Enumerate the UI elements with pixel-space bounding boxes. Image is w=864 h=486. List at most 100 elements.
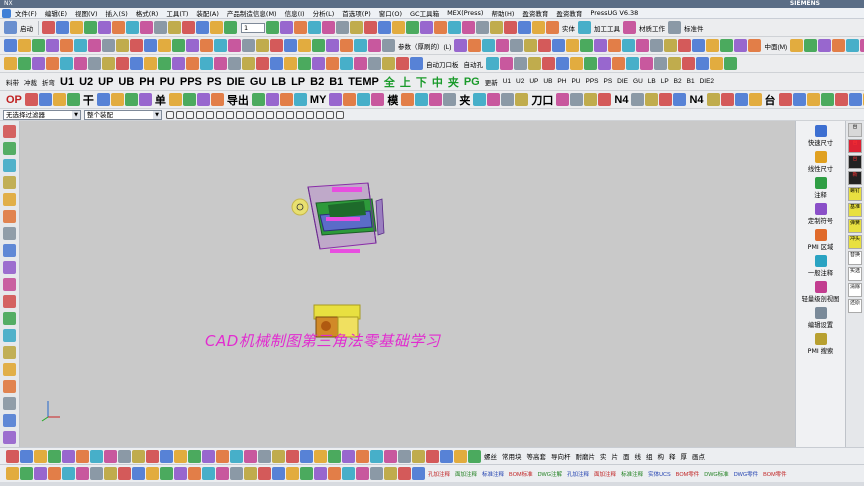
tool-icon[interactable]: [532, 21, 545, 34]
tool-icon[interactable]: [692, 39, 706, 52]
toolbar2-label[interactable]: 参数（厚刷的）(L): [396, 41, 453, 51]
tool-icon[interactable]: [242, 57, 255, 70]
bottom2-button[interactable]: 孔加注释: [565, 470, 591, 478]
menu-item[interactable]: 窗口(O): [375, 8, 406, 18]
tool-icon[interactable]: [66, 93, 80, 106]
tool-icon[interactable]: [368, 57, 381, 70]
tool-icon[interactable]: [504, 21, 517, 34]
right-strip-button[interactable]: 新: [848, 171, 862, 185]
resource-tab-icon[interactable]: [3, 244, 16, 257]
tool-icon[interactable]: [186, 39, 199, 52]
tool-icon[interactable]: [384, 467, 397, 480]
tool-icon[interactable]: [682, 57, 695, 70]
tool-icon[interactable]: [636, 39, 650, 52]
tool-icon[interactable]: [132, 467, 145, 480]
tool-icon[interactable]: [546, 21, 559, 34]
toolbar4-button[interactable]: UB: [541, 78, 554, 85]
toolbar4-button[interactable]: PH: [137, 76, 156, 88]
bottom1-button[interactable]: 释: [667, 451, 678, 461]
tool-icon[interactable]: [354, 39, 367, 52]
toolbar3-label[interactable]: 自动刀口板: [424, 59, 461, 69]
bottom1-button[interactable]: 组: [644, 451, 655, 461]
menu-item[interactable]: MEX(Press): [443, 9, 487, 17]
tool-icon[interactable]: [342, 467, 355, 480]
tool-icon[interactable]: [584, 93, 598, 106]
selection-tool-icon[interactable]: [186, 110, 194, 119]
tool-icon[interactable]: [266, 21, 279, 34]
tool-icon[interactable]: [429, 93, 443, 106]
selection-tool-icon[interactable]: [256, 110, 264, 119]
tool-icon[interactable]: [518, 21, 531, 34]
menu-item[interactable]: 产品制造信息(M): [223, 8, 281, 18]
toolbar1-label[interactable]: 材质工作: [637, 23, 667, 33]
right-strip-button[interactable]: 替换: [848, 251, 862, 265]
tool-icon[interactable]: [818, 39, 832, 52]
tool-icon[interactable]: [462, 21, 475, 34]
tool-icon[interactable]: [468, 39, 482, 52]
menu-item[interactable]: 装配(A): [192, 8, 223, 18]
tool-icon[interactable]: [90, 467, 103, 480]
tool-icon[interactable]: [371, 93, 385, 106]
toolbar4-button[interactable]: DIE: [225, 76, 247, 88]
menu-item[interactable]: 盈资教育: [518, 8, 552, 18]
resource-tab-icon[interactable]: [3, 142, 16, 155]
tool-icon[interactable]: [168, 93, 182, 106]
tool-icon[interactable]: [860, 39, 864, 52]
toolbar5-button[interactable]: OP: [4, 94, 24, 106]
tool-icon[interactable]: [38, 93, 52, 106]
tool-icon[interactable]: [76, 467, 89, 480]
pmi-command[interactable]: 快速尺寸: [796, 125, 845, 147]
tool-icon[interactable]: [645, 93, 659, 106]
toolbar4-button[interactable]: PPS: [583, 78, 600, 85]
resource-tab-icon[interactable]: [3, 329, 16, 342]
toolbar1-label[interactable]: 加工工具: [592, 23, 622, 33]
tool-icon[interactable]: [56, 21, 69, 34]
tool-icon[interactable]: [102, 57, 115, 70]
chevron-down-icon[interactable]: ▼: [72, 110, 80, 119]
tool-icon[interactable]: [230, 449, 243, 463]
tool-icon[interactable]: [272, 449, 285, 463]
tool-icon[interactable]: [328, 467, 341, 480]
tool-icon[interactable]: [659, 93, 673, 106]
tool-icon[interactable]: [284, 57, 297, 70]
pmi-command[interactable]: 线性尺寸: [796, 151, 845, 173]
tool-icon[interactable]: [52, 93, 66, 106]
toolbar1-label[interactable]: 标准件: [682, 23, 706, 33]
menu-item[interactable]: 视图(V): [71, 8, 102, 18]
tool-icon[interactable]: [580, 39, 594, 52]
tool-icon[interactable]: [448, 21, 461, 34]
toolbar4-button[interactable]: 全: [382, 74, 397, 90]
bottom2-button[interactable]: 标准注释: [480, 470, 506, 478]
tool-icon[interactable]: [792, 93, 806, 106]
toolbar5-button[interactable]: N4: [612, 94, 630, 106]
resource-tab-icon[interactable]: [3, 210, 16, 223]
tool-icon[interactable]: [312, 57, 325, 70]
resource-tab-icon[interactable]: [3, 176, 16, 189]
app-menu-icon[interactable]: [2, 8, 11, 18]
toolbar3-label[interactable]: 自动孔: [462, 59, 486, 69]
tool-icon[interactable]: [734, 93, 748, 106]
bottom2-button[interactable]: BOM零件: [674, 470, 702, 478]
tool-icon[interactable]: [24, 93, 38, 106]
menu-item[interactable]: 分析(L): [309, 8, 339, 18]
menu-item[interactable]: PressUG V6.38: [586, 9, 642, 17]
tool-icon[interactable]: [426, 449, 439, 463]
toolbar4-button[interactable]: U2: [77, 76, 95, 88]
pmi-command[interactable]: PMI 区域: [796, 229, 845, 251]
tool-icon[interactable]: [734, 39, 748, 52]
bottom1-button[interactable]: 面: [621, 451, 632, 461]
tool-icon[interactable]: [678, 39, 692, 52]
toolbar4-button[interactable]: U1: [58, 76, 76, 88]
pmi-command[interactable]: 一般注释: [796, 255, 845, 277]
tool-icon[interactable]: [294, 21, 307, 34]
resource-tab-icon[interactable]: [3, 193, 16, 206]
tool-icon[interactable]: [4, 39, 17, 52]
tool-icon[interactable]: [487, 93, 501, 106]
tool-icon[interactable]: [182, 21, 195, 34]
toolbar4-button[interactable]: 料带: [4, 77, 21, 87]
tool-icon[interactable]: [188, 449, 201, 463]
tool-icon[interactable]: [314, 449, 327, 463]
toolbar5-button[interactable]: MY: [308, 94, 329, 106]
toolbar4-button[interactable]: TEMP: [346, 76, 381, 88]
tool-icon[interactable]: [118, 449, 131, 463]
